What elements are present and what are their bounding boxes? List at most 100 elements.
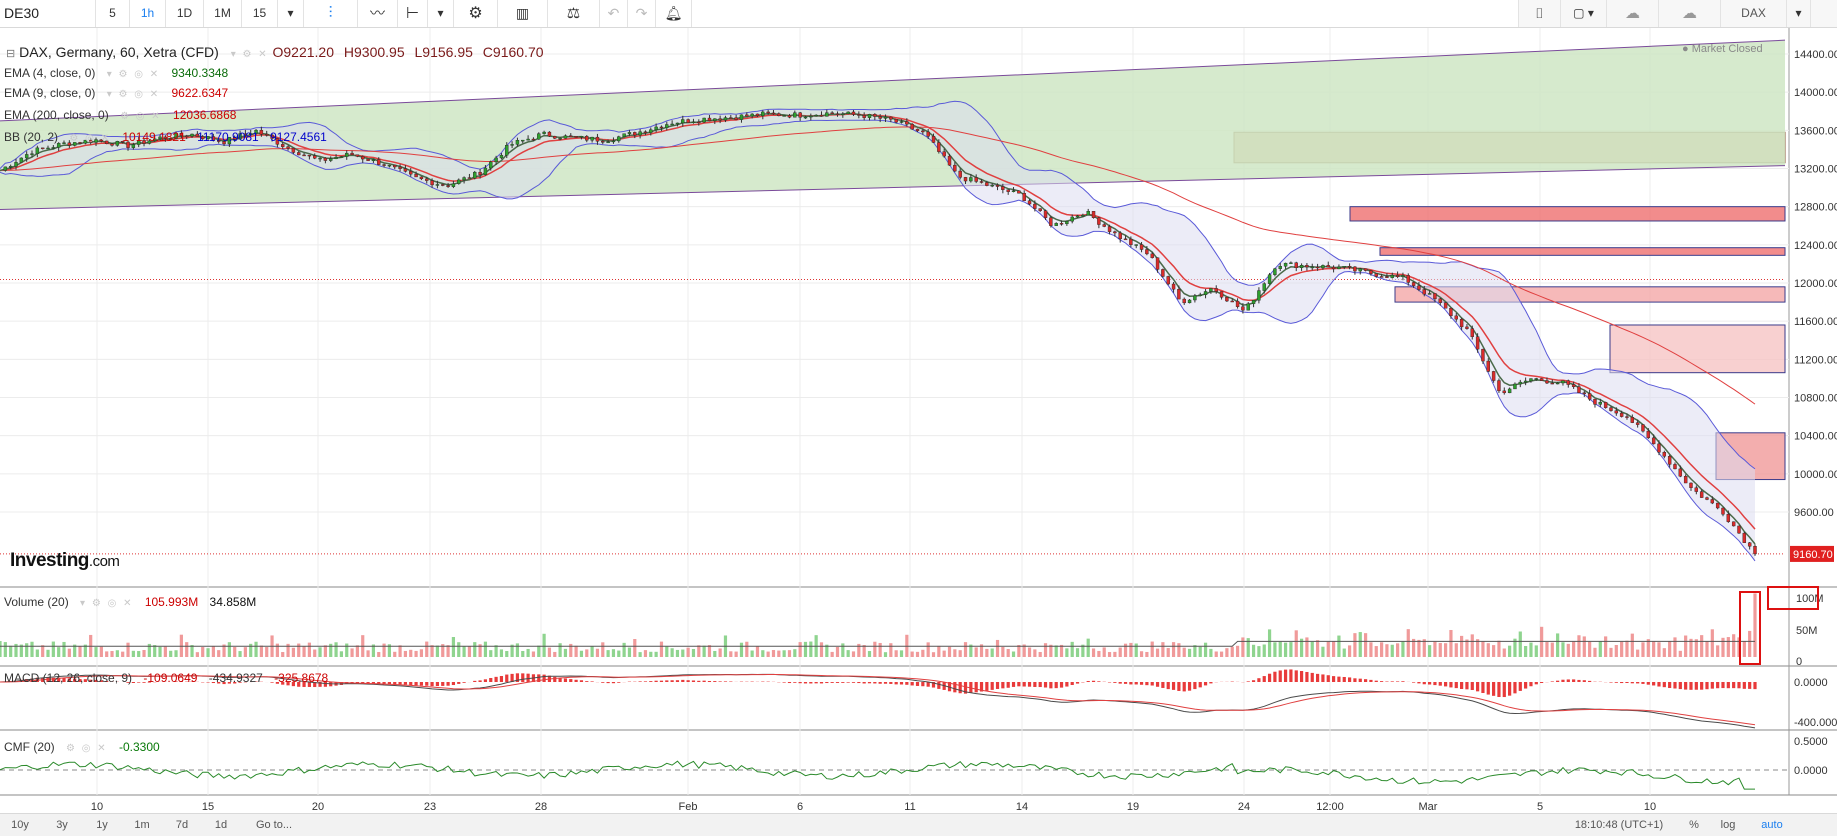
- range-1y-button[interactable]: 1y: [84, 814, 120, 836]
- volume-bar: [1391, 645, 1394, 657]
- candle-body: [1385, 277, 1388, 278]
- volume-bar: [1641, 642, 1644, 657]
- volume-bar: [350, 648, 353, 657]
- volume-bar: [1529, 643, 1532, 657]
- candle-body: [383, 165, 386, 166]
- candle-body: [532, 139, 535, 140]
- range-10y-button[interactable]: 10y: [0, 814, 40, 836]
- candle-body: [889, 117, 892, 119]
- candle-body: [393, 165, 396, 167]
- volume-bar: [596, 649, 599, 657]
- volume-bar: [1209, 649, 1212, 657]
- volume-bar: [1417, 640, 1420, 657]
- candle-body: [1588, 394, 1591, 400]
- volume-bar: [1524, 646, 1527, 657]
- candle-body: [1412, 282, 1415, 285]
- ema200-settings-icon[interactable]: ⚙ ◎ ✕: [120, 111, 162, 122]
- candle-body: [1497, 381, 1500, 391]
- range-1m-button[interactable]: 1m: [124, 814, 160, 836]
- volume-bar: [697, 645, 700, 657]
- candle-body: [1284, 263, 1287, 266]
- candle-body: [1369, 271, 1372, 274]
- volume-bar: [580, 651, 583, 657]
- macd-histogram-bar: [1636, 682, 1639, 683]
- macd-histogram-bar: [1353, 678, 1356, 682]
- volume-bar: [1001, 647, 1004, 657]
- candle-body: [569, 136, 572, 137]
- time-tick-label: 24: [1238, 801, 1250, 813]
- candle-body: [1593, 399, 1596, 404]
- macd-histogram-bar: [799, 682, 802, 683]
- macd-histogram-bar: [1460, 682, 1463, 689]
- macd-histogram-bar: [393, 682, 396, 684]
- cmf-settings-icon[interactable]: ⚙ ◎ ✕: [66, 743, 108, 754]
- auto-toggle[interactable]: auto: [1752, 814, 1792, 836]
- volume-bar: [137, 651, 140, 657]
- macd-histogram-bar: [793, 682, 796, 683]
- volume-bar: [1231, 647, 1234, 657]
- macd-histogram-bar: [1412, 682, 1415, 683]
- volume-settings-icon[interactable]: ▾ ⚙ ◎ ✕: [80, 598, 133, 609]
- candle-body: [809, 116, 812, 117]
- macd-histogram-bar: [1135, 682, 1138, 684]
- volume-bar: [1044, 643, 1047, 657]
- candle-body: [1524, 381, 1527, 382]
- volume-bar: [4, 642, 7, 657]
- candle-body: [1679, 469, 1682, 476]
- candle-body: [404, 169, 407, 172]
- macd-histogram-bar: [1609, 682, 1612, 683]
- candle-body: [841, 114, 844, 115]
- volume-bar: [1508, 646, 1511, 657]
- macd-histogram-bar: [1172, 682, 1175, 690]
- volume-bar: [276, 644, 279, 657]
- macd-histogram-bar: [1380, 681, 1383, 682]
- collapse-icon[interactable]: ⊟: [6, 48, 15, 60]
- candle-body: [751, 114, 754, 116]
- candle-body: [1092, 211, 1095, 218]
- macd-histogram-bar: [1673, 682, 1676, 688]
- candle-body: [361, 156, 364, 159]
- ema4-settings-icon[interactable]: ▾ ⚙ ◎ ✕: [107, 69, 160, 80]
- candle-body: [1311, 267, 1314, 268]
- goto-button[interactable]: Go to...: [244, 814, 304, 836]
- macd-histogram-bar: [1124, 682, 1127, 684]
- ema9-settings-icon[interactable]: ▾ ⚙ ◎ ✕: [107, 89, 160, 100]
- candle-body: [1604, 402, 1607, 408]
- log-toggle[interactable]: log: [1714, 814, 1742, 836]
- bb-settings-icon[interactable]: ⚙ ◎ ✕: [69, 133, 111, 144]
- candle-body: [1700, 492, 1703, 498]
- candle-body: [1161, 269, 1164, 276]
- percent-toggle[interactable]: %: [1680, 814, 1708, 836]
- candle-body: [388, 165, 391, 166]
- candle-body: [895, 119, 898, 122]
- volume-bar: [1465, 639, 1468, 657]
- volume-bar: [799, 642, 802, 657]
- price-tick-label: 12400.00: [1794, 240, 1837, 252]
- range-1d-button[interactable]: 1d: [204, 814, 238, 836]
- volume-bar: [1444, 643, 1447, 657]
- range-7d-button[interactable]: 7d: [164, 814, 200, 836]
- volume-bar: [174, 650, 177, 657]
- candle-body: [1129, 239, 1132, 245]
- chart-canvas[interactable]: 14400.0014000.0013600.0013200.0012800.00…: [0, 0, 1837, 835]
- volume-bar: [1295, 630, 1298, 657]
- candle-body: [1332, 267, 1335, 269]
- candle-body: [1471, 329, 1474, 337]
- volume-bar: [1156, 649, 1159, 657]
- candle-body: [500, 155, 503, 158]
- volume-bar: [884, 652, 887, 657]
- macd-histogram-bar: [1519, 682, 1522, 691]
- macd-histogram-bar: [580, 680, 583, 682]
- range-3y-button[interactable]: 3y: [44, 814, 80, 836]
- volume-bar: [772, 650, 775, 657]
- legend-settings-icon[interactable]: ▾ ⚙ ✕: [231, 49, 269, 60]
- candle-body: [1577, 387, 1580, 393]
- candle-body: [575, 136, 578, 137]
- volume-bar: [1492, 645, 1495, 657]
- macd-histogram-bar: [985, 682, 988, 691]
- candle-body: [873, 114, 876, 116]
- candle-body: [1609, 408, 1612, 411]
- volume-bar: [612, 649, 615, 657]
- candle-body: [1556, 383, 1559, 384]
- volume-bar: [964, 642, 967, 657]
